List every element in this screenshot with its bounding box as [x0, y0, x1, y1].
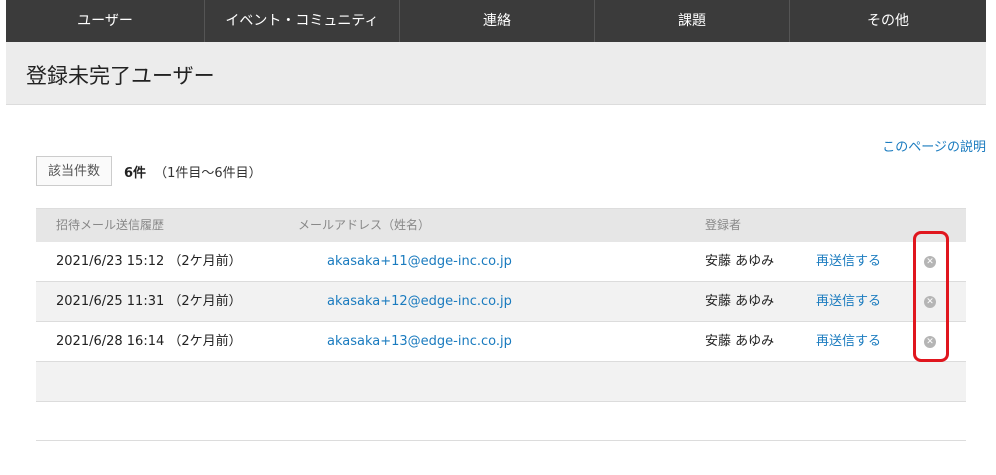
nav-item-events-community[interactable]: イベント・コミュニティ — [205, 0, 400, 42]
table-header: 招待メール送信履歴 メールアドレス（姓名） 登録者 — [36, 208, 966, 242]
page-title: 登録未完了ユーザー — [26, 64, 215, 88]
sent-date: 2021/6/23 15:12 （2ケ月前） — [56, 254, 242, 269]
header-registrant: 登録者 — [705, 218, 742, 232]
divider — [36, 440, 966, 441]
sent-date: 2021/6/25 11:31 （2ケ月前） — [56, 294, 242, 309]
page-help-link[interactable]: このページの説明 — [882, 136, 986, 155]
top-nav: ユーザー イベント・コミュニティ 連絡 課題 その他 — [6, 0, 986, 42]
count-label: 該当件数 — [36, 156, 113, 186]
highlight-annotation — [913, 231, 949, 362]
count-range: （1件目〜6件目） — [154, 165, 262, 181]
table-row: 2021/6/28 16:14 （2ケ月前） akasaka+13@edge-i… — [36, 322, 966, 362]
registrant-name: 安藤 あゆみ — [705, 334, 775, 349]
pending-users-table: 招待メール送信履歴 メールアドレス（姓名） 登録者 2021/6/23 15:1… — [36, 208, 966, 402]
page-header: 登録未完了ユーザー — [6, 42, 986, 105]
table-row: 2021/6/23 15:12 （2ケ月前） akasaka+11@edge-i… — [36, 242, 966, 282]
nav-item-users[interactable]: ユーザー — [6, 0, 205, 42]
header-email: メールアドレス（姓名） — [298, 218, 431, 232]
sent-date: 2021/6/28 16:14 （2ケ月前） — [56, 334, 242, 349]
table-row-empty — [36, 362, 966, 402]
result-count: 該当件数 6件 （1件目〜6件目） — [36, 156, 262, 186]
registrant-name: 安藤 あゆみ — [705, 254, 775, 269]
resend-link[interactable]: 再送信する — [816, 322, 881, 362]
count-number: 6件 — [124, 165, 147, 181]
email-link[interactable]: akasaka+13@edge-inc.co.jp — [327, 322, 512, 362]
registrant-name: 安藤 あゆみ — [705, 294, 775, 309]
resend-link[interactable]: 再送信する — [816, 242, 881, 282]
nav-item-assignments[interactable]: 課題 — [595, 0, 790, 42]
email-link[interactable]: akasaka+12@edge-inc.co.jp — [327, 282, 512, 322]
email-link[interactable]: akasaka+11@edge-inc.co.jp — [327, 242, 512, 282]
nav-item-other[interactable]: その他 — [790, 0, 986, 42]
table-row: 2021/6/25 11:31 （2ケ月前） akasaka+12@edge-i… — [36, 282, 966, 322]
nav-item-contact[interactable]: 連絡 — [400, 0, 595, 42]
resend-link[interactable]: 再送信する — [816, 282, 881, 322]
header-sent: 招待メール送信履歴 — [56, 218, 165, 232]
